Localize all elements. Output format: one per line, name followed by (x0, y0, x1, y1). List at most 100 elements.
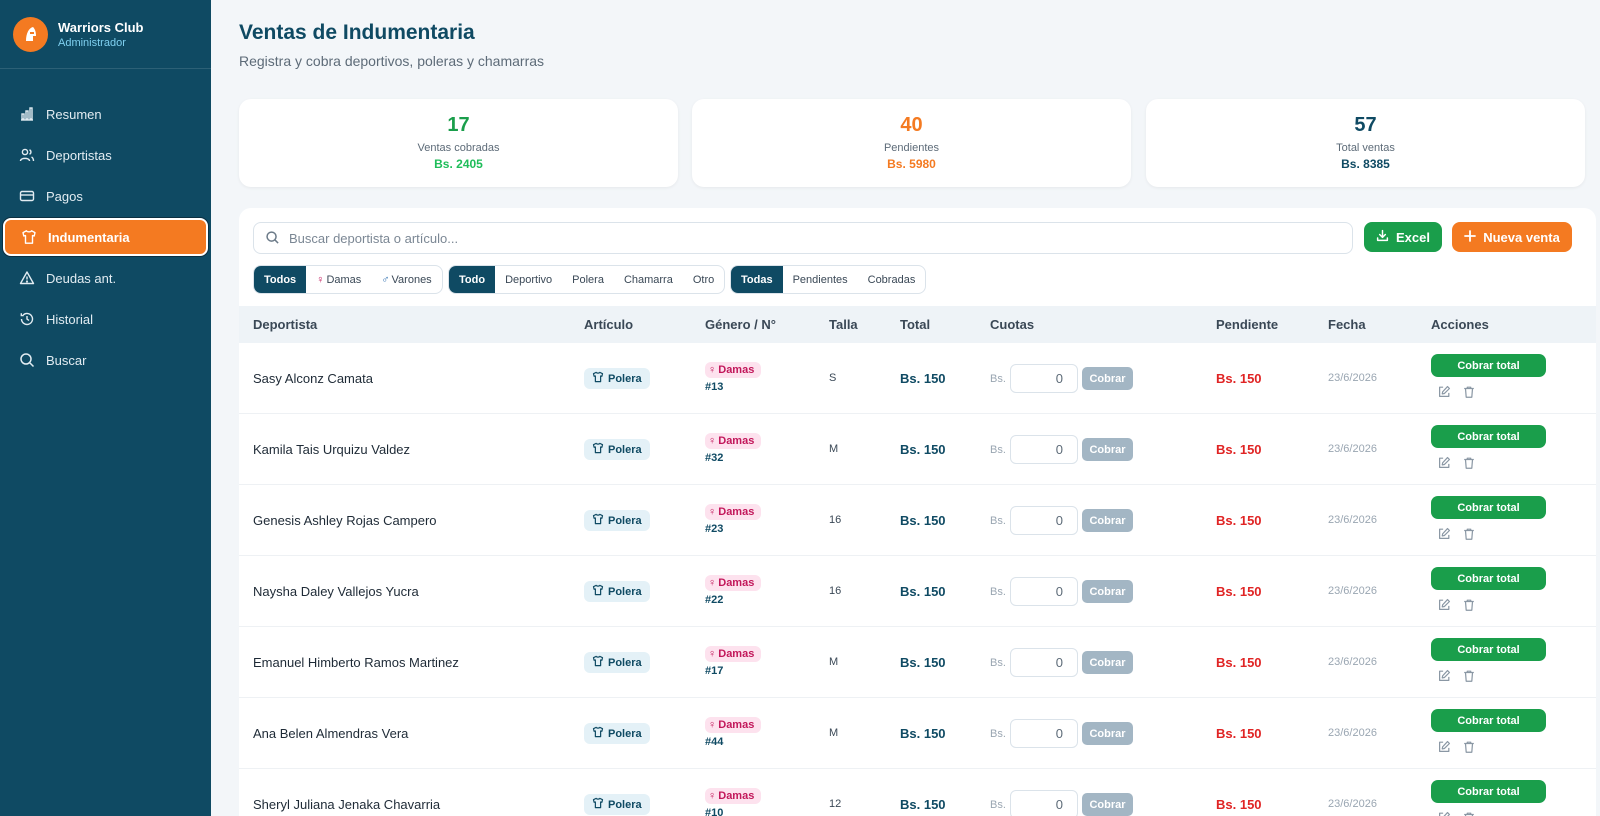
excel-export-button[interactable]: Excel (1364, 222, 1442, 252)
installment-input[interactable] (1010, 435, 1078, 464)
sidebar-item-deudas[interactable]: Deudas ant. (3, 259, 208, 297)
pay-button[interactable]: Cobrar (1082, 367, 1133, 390)
pay-button[interactable]: Cobrar (1082, 438, 1133, 461)
gender-badge: ♀ Damas (705, 362, 762, 378)
size-value: M (829, 656, 839, 668)
shirt-icon (20, 228, 38, 246)
jersey-number: #22 (705, 594, 724, 606)
plus-icon (1464, 229, 1477, 245)
stat-value: 40 (900, 114, 923, 136)
edit-icon[interactable] (1437, 385, 1451, 399)
pay-total-button[interactable]: Cobrar total (1431, 709, 1546, 732)
installment-input[interactable] (1010, 719, 1078, 748)
sidebar-item-resumen[interactable]: Resumen (3, 95, 208, 133)
jersey-number: #23 (705, 523, 724, 535)
filter-gender-male[interactable]: ♂ Varones (371, 266, 441, 293)
edit-icon[interactable] (1437, 811, 1451, 816)
total-value: Bs. 150 (900, 442, 946, 457)
sidebar-item-label: Buscar (46, 352, 87, 368)
page-subtitle: Registra y cobra deportivos, poleras y c… (239, 53, 545, 69)
pay-total-button[interactable]: Cobrar total (1431, 567, 1546, 590)
article-badge: Polera (584, 510, 650, 531)
filter-article-polera[interactable]: Polera (562, 266, 614, 293)
sidebar-item-buscar[interactable]: Buscar (3, 341, 208, 379)
spartan-helmet-icon (13, 16, 48, 52)
trash-icon[interactable] (1462, 598, 1476, 612)
trash-icon[interactable] (1462, 740, 1476, 754)
filter-article-chamarra[interactable]: Chamarra (614, 266, 683, 293)
filter-gender-all[interactable]: Todos (254, 266, 307, 293)
trash-icon[interactable] (1462, 669, 1476, 683)
chip-label: Varones (391, 273, 432, 286)
chip-label: Deportivo (505, 273, 553, 286)
installment-input[interactable] (1010, 577, 1078, 606)
filter-gender-female[interactable]: ♀ Damas (306, 266, 371, 293)
sale-date: 23/6/2026 (1328, 798, 1377, 810)
pending-value: Bs. 150 (1216, 584, 1262, 599)
search-input[interactable] (289, 230, 1289, 246)
installment-input[interactable] (1010, 506, 1078, 535)
pay-button[interactable]: Cobrar (1082, 651, 1133, 674)
main-content: Ventas de Indumentaria Registra y cobra … (211, 0, 1600, 816)
gender-label: Damas (718, 648, 755, 660)
trash-icon[interactable] (1462, 385, 1476, 399)
stat-label: Ventas cobradas (417, 142, 500, 154)
filter-article-all[interactable]: Todo (449, 266, 496, 293)
pay-total-button[interactable]: Cobrar total (1431, 496, 1546, 519)
pending-value: Bs. 150 (1216, 442, 1262, 457)
total-value: Bs. 150 (900, 584, 946, 599)
filter-status-paid[interactable]: Cobradas (858, 266, 926, 293)
installment-input[interactable] (1010, 790, 1078, 816)
pay-total-button[interactable]: Cobrar total (1431, 425, 1546, 448)
gender-badge: ♀ Damas (705, 433, 762, 449)
athlete-name: Emanuel Himberto Ramos Martinez (253, 655, 459, 670)
trash-icon[interactable] (1462, 527, 1476, 541)
currency-prefix: Bs. (990, 728, 1006, 740)
trash-icon[interactable] (1462, 456, 1476, 470)
edit-icon[interactable] (1437, 669, 1451, 683)
status-filter: Todas Pendientes Cobradas (730, 265, 927, 294)
pay-button[interactable]: Cobrar (1082, 793, 1133, 816)
sidebar-item-label: Deudas ant. (46, 270, 117, 286)
pay-total-button[interactable]: Cobrar total (1431, 354, 1546, 377)
filter-article-otro[interactable]: Otro (683, 266, 724, 293)
article-label: Polera (608, 372, 642, 385)
filter-status-pending[interactable]: Pendientes (783, 266, 858, 293)
installment-input[interactable] (1010, 648, 1078, 677)
new-sale-button[interactable]: Nueva venta (1452, 222, 1572, 252)
sidebar-item-pagos[interactable]: Pagos (3, 177, 208, 215)
article-badge: Polera (584, 652, 650, 673)
search-icon (18, 351, 36, 369)
article-label: Polera (608, 727, 642, 740)
article-badge: Polera (584, 794, 650, 815)
stat-value: 57 (1354, 114, 1377, 136)
edit-icon[interactable] (1437, 456, 1451, 470)
filter-status-all[interactable]: Todas (731, 266, 783, 293)
trash-icon[interactable] (1462, 811, 1476, 816)
article-badge: Polera (584, 581, 650, 602)
filter-article-deportivo[interactable]: Deportivo (495, 266, 562, 293)
jersey-number: #17 (705, 665, 724, 677)
pay-button[interactable]: Cobrar (1082, 722, 1133, 745)
size-value: M (829, 443, 839, 455)
sidebar-item-historial[interactable]: Historial (3, 300, 208, 338)
edit-icon[interactable] (1437, 527, 1451, 541)
pay-total-button[interactable]: Cobrar total (1431, 638, 1546, 661)
pay-total-button[interactable]: Cobrar total (1431, 780, 1546, 803)
warning-icon (18, 269, 36, 287)
currency-prefix: Bs. (990, 657, 1006, 669)
pay-button[interactable]: Cobrar (1082, 509, 1133, 532)
pay-button[interactable]: Cobrar (1082, 580, 1133, 603)
article-label: Polera (608, 656, 642, 669)
shirt-icon (592, 797, 604, 812)
sidebar-item-indumentaria[interactable]: Indumentaria (3, 218, 208, 256)
installment-input[interactable] (1010, 364, 1078, 393)
table-row: Ana Belen Almendras Vera Polera ♀ Damas … (239, 698, 1596, 769)
edit-icon[interactable] (1437, 598, 1451, 612)
athlete-name: Genesis Ashley Rojas Campero (253, 513, 437, 528)
jersey-number: #10 (705, 807, 724, 816)
edit-icon[interactable] (1437, 740, 1451, 754)
sidebar-item-label: Deportistas (46, 147, 112, 163)
shirt-icon (592, 371, 604, 386)
sidebar-item-deportistas[interactable]: Deportistas (3, 136, 208, 174)
